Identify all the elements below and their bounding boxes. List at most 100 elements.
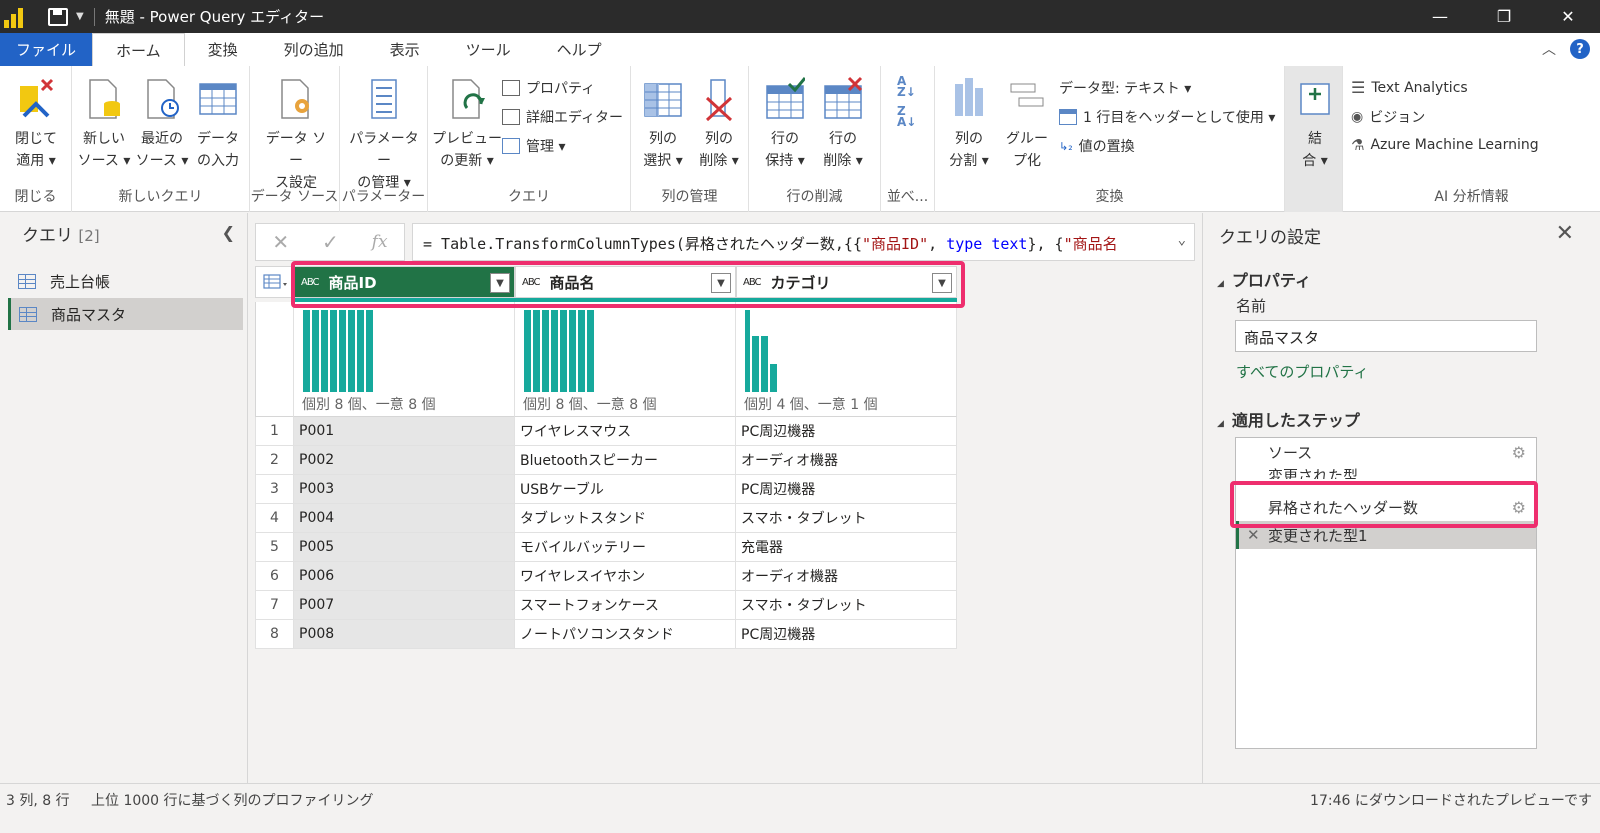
table-cell[interactable]: PC周辺機器 bbox=[736, 475, 957, 504]
filter-dropdown-icon[interactable]: ▼ bbox=[932, 273, 952, 293]
table-cell[interactable]: スマホ・タブレット bbox=[736, 504, 957, 533]
advanced-editor-button[interactable]: 詳細エディター bbox=[502, 107, 623, 127]
profile-product-name[interactable]: 個別 8 個、一意 8 個 bbox=[515, 302, 736, 417]
use-first-row-button[interactable]: 1 行目をヘッダーとして使用 ▾ bbox=[1059, 107, 1275, 127]
expand-formula-icon[interactable]: ⌄ bbox=[1171, 232, 1186, 248]
tab-add-column[interactable]: 列の追加 bbox=[261, 33, 367, 66]
profile-category[interactable]: 個別 4 個、一意 1 個 bbox=[736, 302, 957, 417]
data-type-button[interactable]: データ型: テキスト ▾ bbox=[1059, 78, 1191, 98]
step-promoted-headers[interactable]: 昇格されたヘッダー数 ⚙ bbox=[1236, 493, 1536, 521]
restore-button[interactable]: ❐ bbox=[1472, 0, 1536, 33]
row-number[interactable]: 7 bbox=[255, 591, 294, 620]
profile-product-id[interactable]: 個別 8 個、一意 8 個 bbox=[294, 302, 515, 417]
close-button[interactable]: ✕ bbox=[1536, 0, 1600, 33]
status-profiling[interactable]: 上位 1000 行に基づく列のプロファイリング bbox=[91, 790, 374, 810]
properties-section[interactable]: プロパティ bbox=[1217, 267, 1311, 291]
table-cell[interactable]: Bluetoothスピーカー bbox=[515, 446, 736, 475]
delete-step-icon[interactable]: ✕ bbox=[1247, 526, 1260, 544]
step-source[interactable]: ソース ⚙ bbox=[1236, 438, 1536, 466]
table-cell[interactable]: USBケーブル bbox=[515, 475, 736, 504]
table-cell[interactable]: P006 bbox=[294, 562, 515, 591]
table-cell[interactable]: モバイルバッテリー bbox=[515, 533, 736, 562]
azure-ml-button[interactable]: ⚗ Azure Machine Learning bbox=[1351, 136, 1539, 154]
sort-ascending-icon[interactable]: A Z↓ bbox=[897, 75, 916, 98]
tab-home[interactable]: ホーム bbox=[92, 33, 185, 66]
row-number[interactable]: 1 bbox=[255, 417, 294, 446]
table-cell[interactable]: PC周辺機器 bbox=[736, 620, 957, 649]
collapse-pane-icon[interactable]: ❮ bbox=[222, 223, 235, 242]
row-number[interactable]: 3 bbox=[255, 475, 294, 504]
collapse-ribbon-icon[interactable]: ︿ bbox=[1542, 39, 1556, 59]
table-cell[interactable]: スマートフォンケース bbox=[515, 591, 736, 620]
row-number[interactable]: 8 bbox=[255, 620, 294, 649]
minimize-button[interactable]: — bbox=[1408, 0, 1472, 33]
save-icon[interactable] bbox=[48, 7, 68, 26]
keep-rows-button[interactable]: 行の 保持 ▾ bbox=[757, 72, 813, 172]
quick-access-dropdown-icon[interactable]: ▼ bbox=[76, 11, 84, 22]
table-menu-icon[interactable] bbox=[255, 266, 294, 298]
remove-rows-button[interactable]: 行の 削除 ▾ bbox=[815, 72, 871, 172]
table-cell[interactable]: P001 bbox=[294, 417, 515, 446]
properties-button[interactable]: プロパティ bbox=[502, 78, 595, 98]
combine-button[interactable]: 結 合 ▾ bbox=[1287, 72, 1343, 172]
query-item-product-master[interactable]: 商品マスタ bbox=[8, 298, 243, 330]
step-changed-type-1[interactable]: ✕ 変更された型1 bbox=[1236, 521, 1536, 549]
column-header-product-name[interactable]: ABC 商品名 ▼ bbox=[515, 266, 736, 298]
data-source-settings-button[interactable]: データ ソー ス設定 bbox=[260, 72, 332, 194]
new-source-button[interactable]: 新しい ソース ▾ bbox=[76, 72, 132, 172]
table-cell[interactable]: P005 bbox=[294, 533, 515, 562]
tab-transform[interactable]: 変換 bbox=[185, 33, 261, 66]
column-header-product-id[interactable]: ABC 商品ID ▼ bbox=[294, 266, 515, 298]
text-type-icon[interactable]: ABC bbox=[743, 277, 761, 288]
refresh-preview-button[interactable]: プレビュー の更新 ▾ bbox=[432, 72, 502, 172]
split-column-button[interactable]: 列の 分割 ▾ bbox=[941, 72, 997, 172]
cancel-formula-icon[interactable]: ✕ bbox=[272, 230, 289, 254]
table-cell[interactable]: P002 bbox=[294, 446, 515, 475]
step-changed-type[interactable]: 変更された型 bbox=[1236, 465, 1536, 479]
text-type-icon[interactable]: ABC bbox=[301, 277, 319, 288]
manage-parameters-button[interactable]: パラメーター の管理 ▾ bbox=[344, 72, 424, 194]
text-type-icon[interactable]: ABC bbox=[522, 277, 540, 288]
tab-help[interactable]: ヘルプ bbox=[534, 33, 625, 66]
gear-icon[interactable]: ⚙ bbox=[1512, 443, 1526, 462]
row-number[interactable]: 6 bbox=[255, 562, 294, 591]
table-cell[interactable]: オーディオ機器 bbox=[736, 562, 957, 591]
formula-input[interactable]: = Table.TransformColumnTypes(昇格されたヘッダー数,… bbox=[412, 223, 1195, 261]
tab-tools[interactable]: ツール bbox=[443, 33, 534, 66]
close-pane-icon[interactable]: ✕ bbox=[1556, 221, 1574, 246]
query-name-field[interactable]: 商品マスタ bbox=[1235, 320, 1537, 352]
sort-descending-icon[interactable]: Z A↓ bbox=[897, 105, 916, 128]
query-item-sales-ledger[interactable]: 売上台帳 bbox=[8, 265, 243, 297]
recent-source-button[interactable]: 最近の ソース ▾ bbox=[134, 72, 190, 172]
table-cell[interactable]: P003 bbox=[294, 475, 515, 504]
column-header-category[interactable]: ABC カテゴリ ▼ bbox=[736, 266, 957, 298]
table-cell[interactable]: ノートパソコンスタンド bbox=[515, 620, 736, 649]
remove-columns-button[interactable]: 列の 削除 ▾ bbox=[691, 72, 747, 172]
vision-button[interactable]: ◉ ビジョン bbox=[1351, 107, 1425, 127]
table-cell[interactable]: タブレットスタンド bbox=[515, 504, 736, 533]
applied-steps-section[interactable]: 適用したステップ bbox=[1217, 407, 1360, 431]
table-cell[interactable]: 充電器 bbox=[736, 533, 957, 562]
gear-icon[interactable]: ⚙ bbox=[1512, 498, 1526, 517]
tab-file[interactable]: ファイル bbox=[0, 33, 93, 66]
group-by-button[interactable]: グルー プ化 bbox=[999, 72, 1055, 172]
row-number[interactable]: 5 bbox=[255, 533, 294, 562]
help-icon[interactable]: ? bbox=[1570, 39, 1590, 59]
enter-data-button[interactable]: データ の入力 bbox=[190, 72, 246, 172]
confirm-formula-icon[interactable]: ✓ bbox=[322, 230, 339, 254]
table-cell[interactable]: スマホ・タブレット bbox=[736, 591, 957, 620]
filter-dropdown-icon[interactable]: ▼ bbox=[490, 273, 510, 293]
all-properties-link[interactable]: すべてのプロパティ bbox=[1236, 361, 1368, 382]
table-cell[interactable]: ワイヤレスマウス bbox=[515, 417, 736, 446]
row-number[interactable]: 2 bbox=[255, 446, 294, 475]
close-apply-button[interactable]: 閉じて 適用 ▾ bbox=[8, 72, 64, 172]
table-cell[interactable]: PC周辺機器 bbox=[736, 417, 957, 446]
table-cell[interactable]: P004 bbox=[294, 504, 515, 533]
row-number[interactable]: 4 bbox=[255, 504, 294, 533]
table-cell[interactable]: オーディオ機器 bbox=[736, 446, 957, 475]
replace-values-button[interactable]: ↳₂ 値の置換 bbox=[1059, 136, 1135, 156]
fx-icon[interactable]: fx bbox=[372, 232, 388, 252]
text-analytics-button[interactable]: ☰ Text Analytics bbox=[1351, 78, 1468, 97]
table-cell[interactable]: P007 bbox=[294, 591, 515, 620]
filter-dropdown-icon[interactable]: ▼ bbox=[711, 273, 731, 293]
